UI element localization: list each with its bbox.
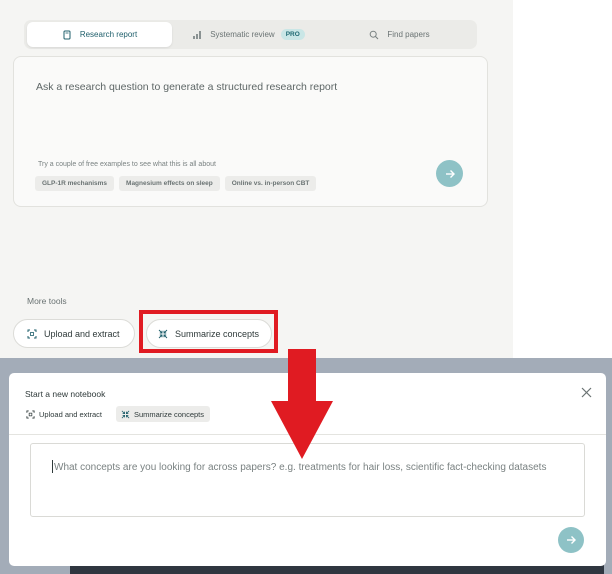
dialog-summarize-label: Summarize concepts <box>133 409 204 419</box>
examples-hint: Try a couple of free examples to see wha… <box>38 161 216 168</box>
scan-frame-icon <box>26 409 35 419</box>
research-question-box[interactable]: Ask a research question to generate a st… <box>13 56 488 207</box>
upload-and-extract-button[interactable]: Upload and extract <box>13 319 135 348</box>
tab-label: Systematic review <box>210 30 275 39</box>
collapse-arrows-icon <box>121 410 130 419</box>
example-chip-glp1r[interactable]: GLP-1R mechanisms <box>35 176 115 191</box>
submit-question-button[interactable] <box>436 160 463 187</box>
dialog-title: Start a new notebook <box>25 389 106 399</box>
page-margin <box>513 0 612 358</box>
dialog-tool-selector: Upload and extract Summarize concepts <box>25 406 210 422</box>
dialog-upload-label: Upload and extract <box>39 409 102 419</box>
notebook-icon <box>62 30 72 40</box>
tab-research-report[interactable]: Research report <box>27 22 172 47</box>
example-chips: GLP-1R mechanisms Magnesium effects on s… <box>35 176 317 191</box>
red-down-arrow-icon <box>271 349 333 459</box>
example-chip-cbt[interactable]: Online vs. in-person CBT <box>224 176 317 191</box>
example-chip-magnesium[interactable]: Magnesium effects on sleep <box>119 176 220 191</box>
arrow-right-icon <box>445 169 455 178</box>
close-icon[interactable] <box>581 385 593 398</box>
arrow-right-icon <box>567 536 576 544</box>
dialog-upload-option[interactable]: Upload and extract <box>25 406 107 422</box>
text-caret <box>52 460 53 473</box>
search-icon <box>369 30 379 40</box>
dialog-submit-button[interactable] <box>558 527 584 553</box>
pro-badge: PRO <box>280 29 305 40</box>
concepts-placeholder: What concepts are you looking for across… <box>54 462 547 473</box>
main-panel: Research report Systematic review PRO Fi… <box>0 0 513 358</box>
mode-tabbar: Research report Systematic review PRO Fi… <box>24 20 477 49</box>
tab-systematic-review[interactable]: Systematic review PRO <box>176 22 321 47</box>
dialog-summarize-option[interactable]: Summarize concepts <box>115 406 210 422</box>
tab-label: Find papers <box>387 30 430 39</box>
tab-label: Research report <box>79 30 138 39</box>
question-placeholder: Ask a research question to generate a st… <box>36 81 338 93</box>
highlight-rectangle <box>139 310 278 353</box>
tab-find-papers[interactable]: Find papers <box>325 22 474 47</box>
scan-frame-icon <box>27 329 37 339</box>
upload-label: Upload and extract <box>44 328 120 339</box>
review-icon <box>192 30 202 40</box>
more-tools-heading: More tools <box>27 296 67 306</box>
